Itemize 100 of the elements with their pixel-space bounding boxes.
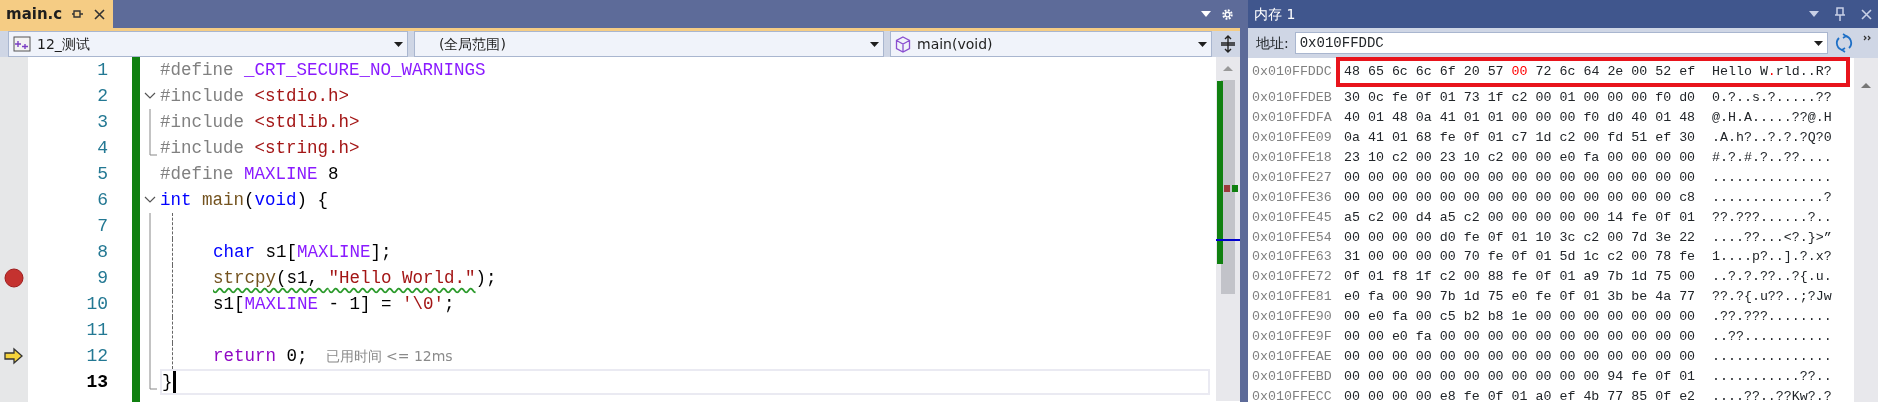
code-text: ; [444,292,455,316]
memory-address: 0x010FFE9F [1251,328,1333,347]
line-number: 9 [96,266,109,290]
memory-address: 0x010FFE54 [1251,228,1333,247]
line-number: 6 [96,188,109,212]
code-text: ]; [370,240,392,264]
ascii-text: rld..R? [1775,63,1832,81]
settings-icon[interactable] [1221,7,1234,21]
hex-bytes: 00 e0 fa 00 c5 b2 b8 1e 00 00 00 00 00 00 00 [1344,308,1696,327]
code-text: #include [160,136,245,160]
code-text: strcpy [213,266,276,290]
ascii-text: ..??........... [1712,328,1832,347]
panel-title: 内存 1 [1254,4,1296,24]
refresh-icon[interactable] [1834,33,1854,53]
code-text: ) { [296,188,329,212]
memory-address: 0x010FFE45 [1251,208,1333,227]
code-text: void [254,188,297,212]
code-text: "Hello World." [328,266,476,290]
memory-address: 0x010FFE36 [1251,188,1333,207]
hex-bytes: 00 [1511,63,1528,81]
line-number: 5 [96,162,109,186]
code-text: 0; [285,344,308,368]
ascii-text: ...........??.. [1712,368,1832,387]
ascii-text: . [1767,63,1776,81]
address-label: 地址: [1256,33,1289,53]
memory-address: 0x010FFE63 [1251,248,1333,267]
ascii-text: .A.h?..?.?.?Q?0 [1712,128,1832,147]
line-number: 12 [85,344,109,368]
code-text: main [201,188,245,212]
memory-address: 0x010FFE81 [1251,288,1333,307]
code-text: #define [160,162,235,186]
memory-address: 0x010FFE90 [1251,308,1333,327]
hex-bytes: 48 65 6c 6c 6f 20 57 [1344,63,1504,81]
hex-bytes: 00 00 00 00 00 00 00 00 00 00 00 00 00 00 00 [1344,168,1696,187]
ascii-text: ............... [1712,168,1832,187]
memory-address: 0x010FFDFA [1251,108,1333,127]
scope-dropdown[interactable]: (全局范围) [414,31,884,57]
dropdown-icon[interactable] [1809,11,1819,17]
hex-bytes: 00 00 00 00 00 00 00 00 00 00 00 94 fe 0f 01 [1344,368,1696,387]
file-tab[interactable]: main.c [0,0,114,28]
ascii-text: ..............? [1712,188,1832,207]
memory-address: 0x010FFE27 [1251,168,1333,187]
code-text: (s1, [276,266,320,290]
hex-bytes: 00 00 00 00 e8 fe 0f 01 a0 ef 4b 77 85 0f e2 [1344,388,1696,402]
code-text: char [213,240,255,264]
line-number: 13 [85,370,109,394]
address-field[interactable]: 0x010FFDDC [1294,32,1828,54]
line-number: 11 [85,318,109,342]
code-text: ); [475,266,497,290]
hex-bytes: 31 00 00 00 00 70 fe 0f 01 5d 1c c2 00 78 fe [1344,248,1696,267]
member-dropdown[interactable]: main(void) [890,31,1212,57]
code-text: s1[ [264,240,298,264]
line-number: 7 [96,214,109,238]
caret-icon [394,41,403,47]
project-icon [13,36,31,52]
dropdown-icon[interactable] [1201,11,1211,17]
elapsed-time-hint: 已用时间 <= 12ms [325,346,453,366]
memory-address: 0x010FFECC [1251,388,1333,402]
memory-address: 0x010FFEBD [1251,368,1333,387]
memory-address: 0x010FFE18 [1251,148,1333,167]
ascii-text: ??.???......?.. [1712,208,1832,227]
code-text: MAXLINE [244,162,318,186]
line-number: 4 [96,136,109,160]
hex-bytes: a5 c2 00 d4 a5 c2 00 00 00 00 00 14 fe 0f 01 [1344,208,1696,227]
memory-address: 0x010FFEAE [1251,348,1333,367]
ascii-text: Hello W [1712,63,1768,81]
memory-address: 0x010FFDEB [1251,88,1333,107]
text-caret [172,371,176,393]
code-text: s1[ [213,292,245,316]
ascii-text: ??.?{.u??..;?Jw [1712,288,1832,307]
ascii-text: ....??..??Kw?.? [1712,388,1832,402]
code-text: #include [160,110,245,134]
ascii-text: #.?.#.?..??.... [1712,148,1832,167]
memory-address: 0x010FFDDC [1251,63,1333,81]
ascii-text: ............... [1712,348,1832,367]
line-number: 3 [96,110,109,134]
code-text: MAXLINE [244,292,319,316]
memory-address: 0x010FFE72 [1251,268,1333,287]
code-text: } [162,370,173,394]
hex-bytes: 00 00 e0 fa 00 00 00 00 00 00 00 00 00 00 00 [1344,328,1696,347]
memory-address: 0x010FFE09 [1251,128,1333,147]
hex-bytes: 40 01 48 0a 41 01 01 00 00 00 f0 d0 40 01 48 [1344,108,1696,127]
code-text: #define [160,58,235,82]
ascii-text: .??.???........ [1712,308,1832,327]
split-icon[interactable] [1220,35,1236,53]
code-text: return [213,344,276,368]
hex-bytes: 00 00 00 00 00 00 00 00 00 00 00 00 00 00 00 [1344,348,1696,367]
project-dropdown[interactable]: 12_测试 [8,31,408,57]
ascii-text: ....??...<?.}>” [1712,228,1832,247]
code-text: '\0' [402,292,445,316]
ascii-text: ..?.?.??..?{.u. [1712,268,1832,287]
hex-bytes: e0 fa 00 90 7b 1d 75 e0 fe 0f 01 3b be 4a 77 [1344,288,1696,307]
caret-icon [1814,40,1823,46]
breakpoint-icon[interactable] [4,268,24,288]
close-icon[interactable] [94,8,106,20]
cube-icon [895,35,911,53]
code-text: ( [244,188,255,212]
ascii-text: @.H.A.....??@.H [1712,108,1832,127]
code-text: MAXLINE [297,240,371,264]
hex-bytes: 23 10 c2 00 23 10 c2 00 00 e0 fa 00 00 00 00 [1344,148,1696,167]
